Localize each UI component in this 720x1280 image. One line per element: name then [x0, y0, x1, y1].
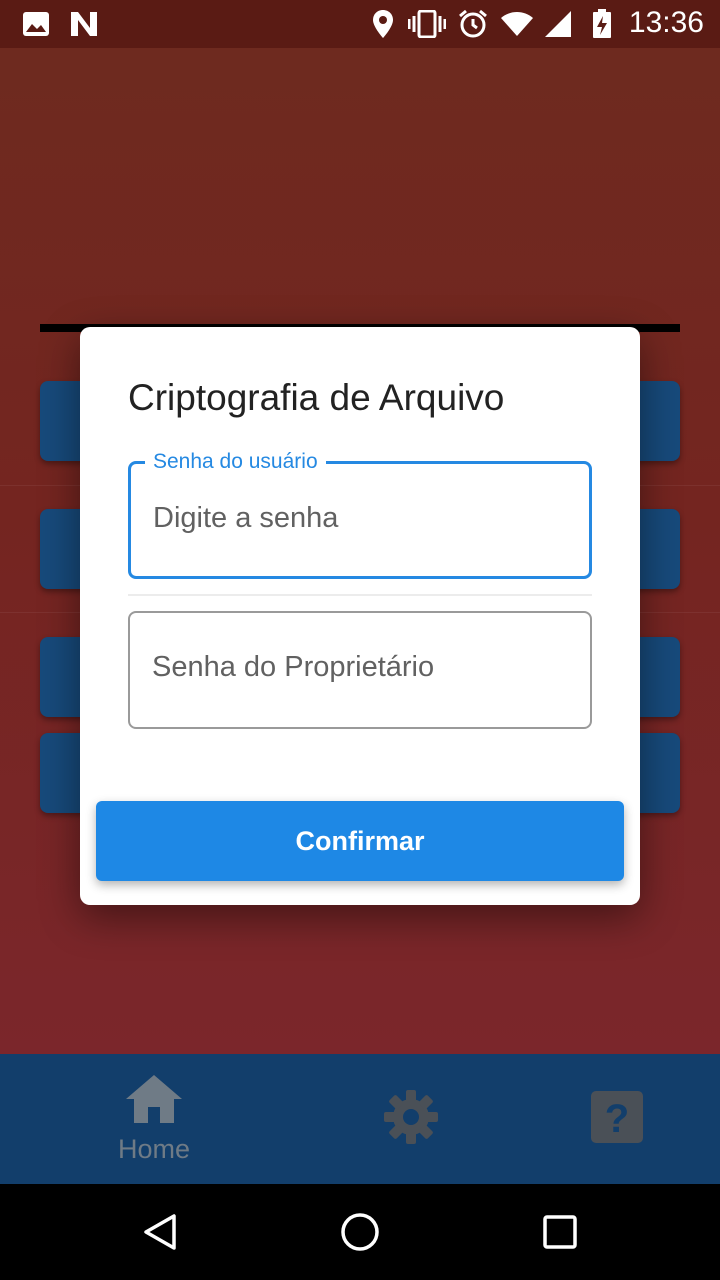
svg-text:?: ?	[605, 1097, 629, 1141]
dialog-title: Criptografia de Arquivo	[128, 377, 505, 418]
alarm-icon	[458, 9, 488, 38]
home-circle-icon[interactable]	[336, 1208, 384, 1256]
location-icon	[370, 10, 396, 38]
status-bar: 13:36	[0, 0, 720, 48]
nav-label-home: Home	[117, 1134, 191, 1164]
field-divider	[128, 594, 592, 596]
vibrate-icon	[408, 10, 446, 38]
n-icon	[68, 10, 100, 38]
confirm-button[interactable]: Confirmar	[96, 801, 624, 881]
owner-password-field[interactable]: Senha do Proprietário	[128, 611, 592, 729]
nav-item-help[interactable]: ?	[497, 1054, 720, 1184]
bottom-nav: Home ?	[0, 1054, 720, 1184]
battery-icon	[592, 9, 612, 38]
nav-item-home[interactable]: Home	[34, 1054, 274, 1184]
status-time: 13:36	[628, 6, 704, 39]
image-icon	[22, 10, 50, 38]
home-icon	[124, 1073, 184, 1130]
help-icon: ?	[590, 1090, 644, 1149]
gear-icon	[382, 1088, 440, 1151]
wifi-icon	[500, 10, 534, 38]
back-icon[interactable]	[136, 1208, 184, 1256]
user-password-label: Senha do usuário	[145, 450, 326, 474]
user-password-field[interactable]: Senha do usuário Digite a senha	[128, 450, 592, 579]
nav-item-settings[interactable]	[291, 1054, 531, 1184]
recents-icon[interactable]	[536, 1208, 584, 1256]
user-password-placeholder: Digite a senha	[153, 502, 339, 534]
owner-password-placeholder: Senha do Proprietário	[152, 651, 435, 683]
encryption-dialog: Criptografia de Arquivo Senha do usuário…	[80, 327, 640, 905]
system-nav-bar	[0, 1184, 720, 1280]
signal-icon	[544, 10, 572, 38]
